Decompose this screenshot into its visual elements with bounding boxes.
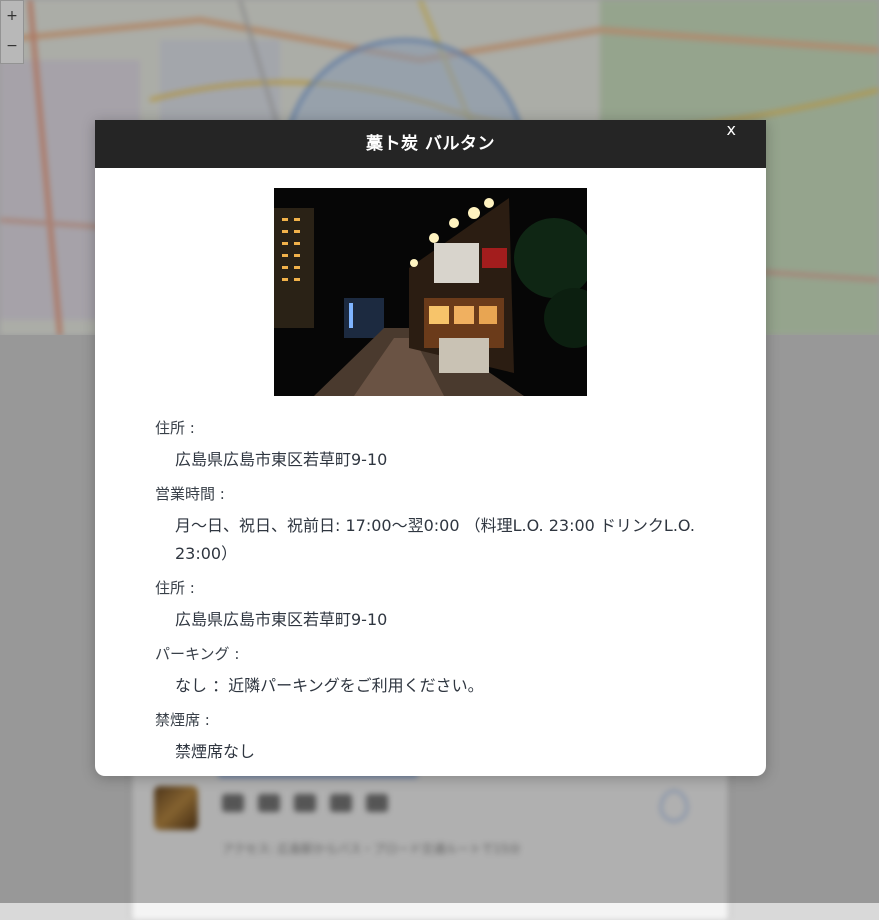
hours-label: 営業時間 :: [155, 485, 225, 503]
store-photo: [274, 188, 587, 396]
address-label-2: 住所 :: [155, 579, 195, 597]
shop-info: 住所 : 広島県広島市東区若草町9-10 営業時間 : 月～日、祝日、祝前日: …: [95, 396, 766, 766]
shop-detail-modal: 藁ト炭 バルタン x 住所: 広島県広島市東区若草町9-10 営業時間: 月…: [95, 120, 766, 776]
photo-container: [95, 188, 766, 396]
address-value: 広島県広島市東区若草町9-10: [175, 450, 388, 469]
hours-value: 月～日、祝日、祝前日: 17:00～翌0:00 （料理L.O. 23:00 ドリ…: [175, 516, 695, 563]
close-button[interactable]: x: [727, 120, 736, 168]
parking-label: パーキング :: [155, 645, 240, 663]
address-value-2: 広島県広島市東区若草町9-10: [175, 610, 388, 629]
modal-header: 藁ト炭 バルタン x: [95, 120, 766, 168]
smoking-label: 禁煙席 :: [155, 711, 210, 729]
smoking-value: 禁煙席なし: [175, 742, 256, 761]
address-label: 住所 :: [155, 419, 195, 437]
modal-title: 藁ト炭 バルタン: [366, 134, 495, 154]
parking-value: なし ：近隣パーキングをご利用ください。: [175, 676, 484, 695]
